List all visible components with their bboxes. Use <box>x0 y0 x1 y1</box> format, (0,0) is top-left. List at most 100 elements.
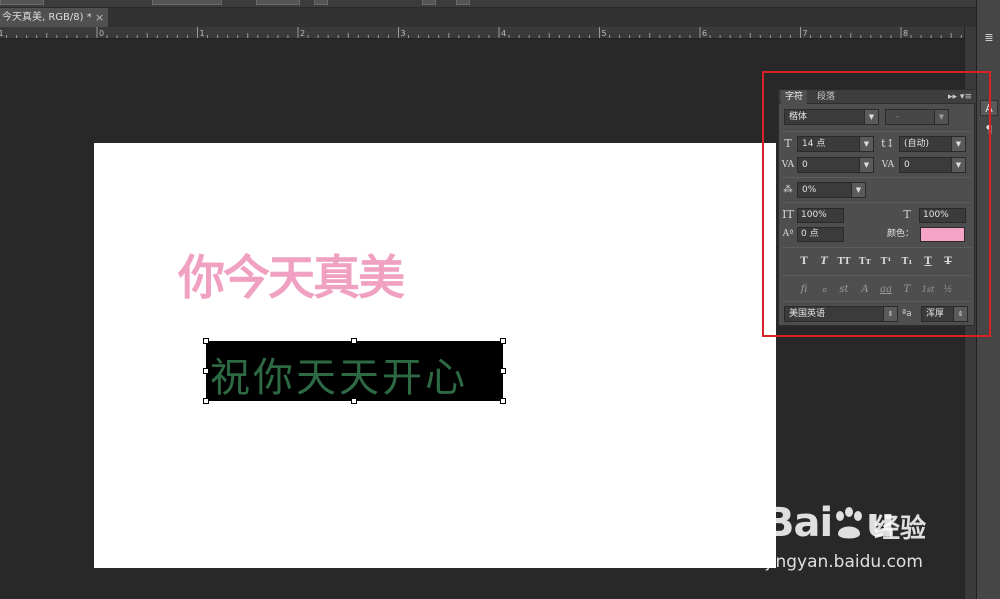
selected-text-layer[interactable]: 祝你天天开心 <box>203 338 506 404</box>
horizontal-scale-icon: T <box>903 208 911 221</box>
ruler-label: 5 <box>602 29 607 38</box>
ruler-label: 0 <box>99 29 104 38</box>
tab-character[interactable]: 字符 <box>781 90 808 104</box>
ruler-ticks: 1 0 1 2 3 4 5 6 7 8 <box>0 27 962 38</box>
tsume-value: 0% <box>802 185 817 195</box>
kerning-value: 0 <box>802 160 808 170</box>
transform-handle[interactable] <box>203 368 209 374</box>
font-size-icon: T <box>784 137 792 150</box>
strikethrough-button[interactable]: T <box>940 255 956 269</box>
font-style-value: - <box>896 112 900 122</box>
tracking-select[interactable]: 0 ▼ <box>899 157 966 173</box>
ruler-label: 8 <box>903 29 908 38</box>
ruler-label: 1 <box>0 29 4 38</box>
watermark-url: jingyan.baidu.com <box>766 552 923 572</box>
chevron-down-icon: ▼ <box>864 110 878 124</box>
leading-select[interactable]: (自动) ▼ <box>899 136 966 152</box>
ruler-label: 7 <box>803 29 808 38</box>
antialias-icon: ªa <box>902 309 912 319</box>
font-family-value: 楷体 <box>789 112 808 122</box>
tab-paragraph[interactable]: 段落 <box>813 90 839 104</box>
ordinal-button[interactable]: 1st <box>920 283 936 297</box>
ligature-button[interactable]: fi <box>796 283 812 297</box>
all-caps-button[interactable]: TT <box>836 255 852 269</box>
options-field[interactable] <box>152 0 222 5</box>
paw-icon <box>836 507 863 539</box>
divider <box>782 202 971 203</box>
language-value: 美国英语 <box>789 309 826 319</box>
discretionary-ligature-button[interactable]: ℴ <box>816 283 832 297</box>
options-button[interactable] <box>314 0 328 5</box>
tracking-value: 0 <box>904 160 910 170</box>
superscript-button[interactable]: T¹ <box>878 255 894 269</box>
titling-button[interactable]: aa <box>878 283 894 297</box>
baseline-shift-icon: Aª <box>782 229 794 239</box>
logo-prefix: Bai <box>764 500 833 546</box>
selected-text[interactable]: 祝你天天开心 <box>210 345 468 403</box>
transform-handle[interactable] <box>500 398 506 404</box>
ruler-label: 4 <box>501 29 506 38</box>
underline-button[interactable]: T <box>920 255 936 269</box>
document-canvas[interactable]: 你今天真美 祝你天天开心 <box>94 143 776 568</box>
font-style-select[interactable]: - ▼ <box>885 109 949 125</box>
ordinals-button[interactable]: T <box>899 283 915 297</box>
transform-handle[interactable] <box>203 338 209 344</box>
horizontal-ruler: 1 0 1 2 3 4 5 6 7 8 <box>0 27 964 39</box>
pink-text-layer[interactable]: 你今天真美 <box>178 239 405 308</box>
vertical-scale-field[interactable]: 100% <box>797 208 844 223</box>
transform-handle[interactable] <box>500 338 506 344</box>
language-select[interactable]: 美国英语 ⇕ <box>784 306 898 322</box>
font-size-value: 14 点 <box>802 139 826 149</box>
options-field[interactable] <box>0 0 44 5</box>
divider <box>782 275 971 276</box>
horizontal-scale-field[interactable]: 100% <box>919 208 966 223</box>
divider <box>782 177 971 178</box>
divider <box>782 247 971 248</box>
transform-handle[interactable] <box>500 368 506 374</box>
leading-value: (自动) <box>904 139 930 149</box>
antialias-value: 浑厚 <box>926 309 945 319</box>
tsume-select[interactable]: 0% ▼ <box>797 182 866 198</box>
character-panel-icon[interactable]: A <box>980 100 998 116</box>
chevron-down-icon: ▼ <box>934 110 948 124</box>
font-size-select[interactable]: 14 点 ▼ <box>797 136 874 152</box>
baidu-jingyan-watermark: Bai u 经验 jingyan.baidu.com <box>764 490 964 590</box>
faux-italic-button[interactable]: T <box>816 255 832 269</box>
chevron-down-icon: ▼ <box>859 137 873 151</box>
document-tab[interactable]: 今天真美, RGB/8) * × <box>0 8 108 27</box>
kerning-select[interactable]: 0 ▼ <box>797 157 874 173</box>
tracking-icon: VA <box>881 160 895 170</box>
tsume-icon: ⁂ <box>783 185 793 195</box>
character-panel: 字符 段落 ▸▸ ▾≡ 楷体 ▼ - ▼ T 14 点 ▼ t↕ (自动) ▼ … <box>778 89 976 326</box>
layers-icon[interactable]: ≣ <box>980 30 998 46</box>
divider <box>782 301 971 302</box>
options-field[interactable] <box>256 0 300 5</box>
faux-bold-button[interactable]: T <box>796 255 812 269</box>
leading-icon: t↕ <box>881 137 895 150</box>
baseline-shift-field[interactable]: 0 点 <box>797 227 844 242</box>
transform-handle[interactable] <box>203 398 209 404</box>
color-swatch[interactable] <box>920 227 965 242</box>
font-family-select[interactable]: 楷体 ▼ <box>784 109 879 125</box>
close-icon[interactable]: × <box>95 8 104 27</box>
subscript-button[interactable]: T₁ <box>899 255 915 269</box>
stylistic-alternates-button[interactable]: st <box>836 283 852 297</box>
swash-button[interactable]: A <box>857 283 873 297</box>
transform-handle[interactable] <box>351 338 357 344</box>
options-bar <box>0 0 1000 8</box>
paragraph-panel-icon[interactable]: ¶ <box>980 122 998 138</box>
options-button[interactable] <box>422 0 436 5</box>
transform-handle[interactable] <box>351 398 357 404</box>
antialias-select[interactable]: 浑厚 ⇕ <box>921 306 968 322</box>
kerning-icon: VA <box>781 160 795 170</box>
chevron-down-icon: ▼ <box>851 183 865 197</box>
ruler-label: 2 <box>300 29 305 38</box>
fractions-button[interactable]: ½ <box>940 283 956 297</box>
color-label: 颜色： <box>887 229 915 239</box>
small-caps-button[interactable]: Tт <box>857 255 873 269</box>
options-button[interactable] <box>456 0 470 5</box>
panel-menu-icon[interactable]: ▸▸ ▾≡ <box>948 90 972 104</box>
ruler-label: 6 <box>702 29 707 38</box>
chevron-down-icon: ▼ <box>859 158 873 172</box>
ruler-label: 1 <box>200 29 205 38</box>
